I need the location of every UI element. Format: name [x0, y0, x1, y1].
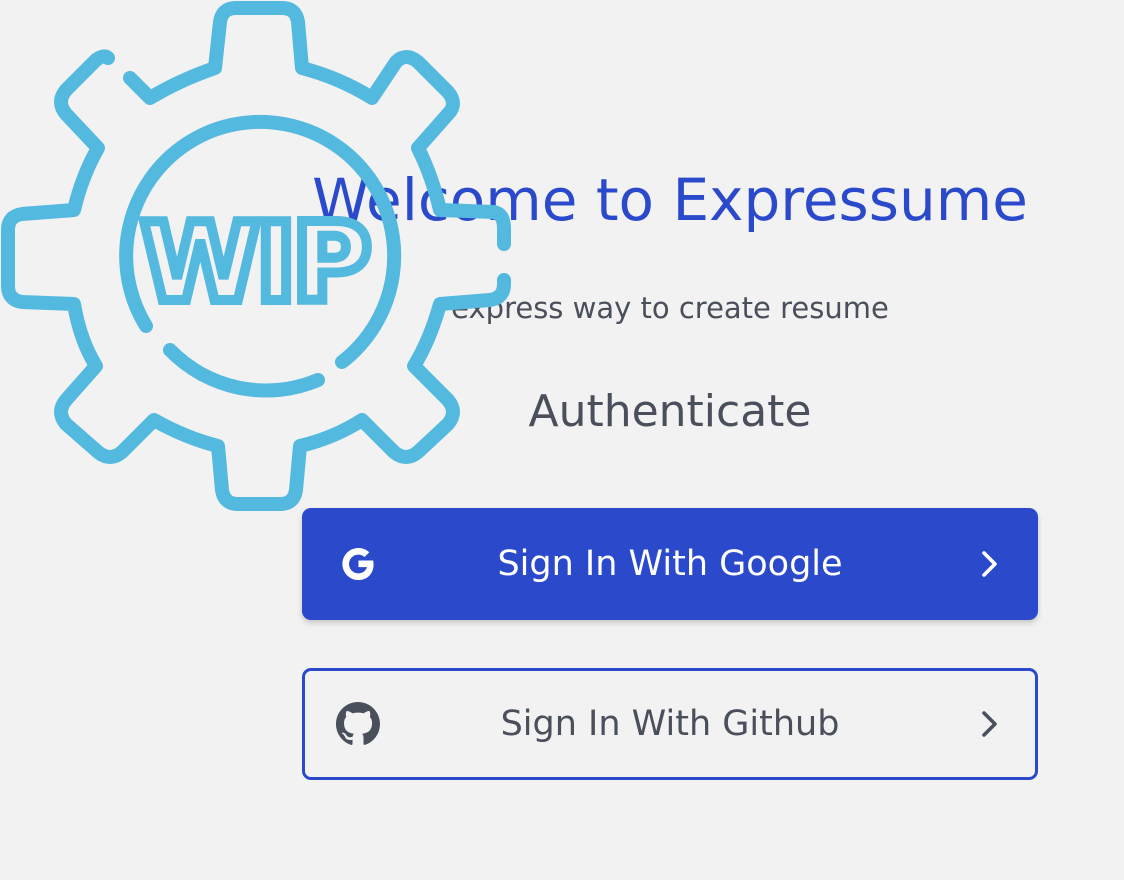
sign-in-google-label: Sign In With Google — [497, 544, 843, 584]
chevron-right-icon — [974, 709, 1004, 739]
wip-label: WIP — [141, 201, 367, 326]
auth-page: { "page": { "background": "#f2f2f2", "br… — [0, 0, 1124, 880]
gear-icon: WIP — [1, 1, 511, 511]
wip-gear-icon: WIP — [0, 0, 512, 512]
sign-in-github-label: Sign In With Github — [500, 704, 840, 744]
chevron-right-icon — [974, 549, 1004, 579]
sign-in-github-button[interactable]: Sign In With Github — [302, 668, 1038, 780]
sign-in-google-button[interactable]: Sign In With Google — [302, 508, 1038, 620]
